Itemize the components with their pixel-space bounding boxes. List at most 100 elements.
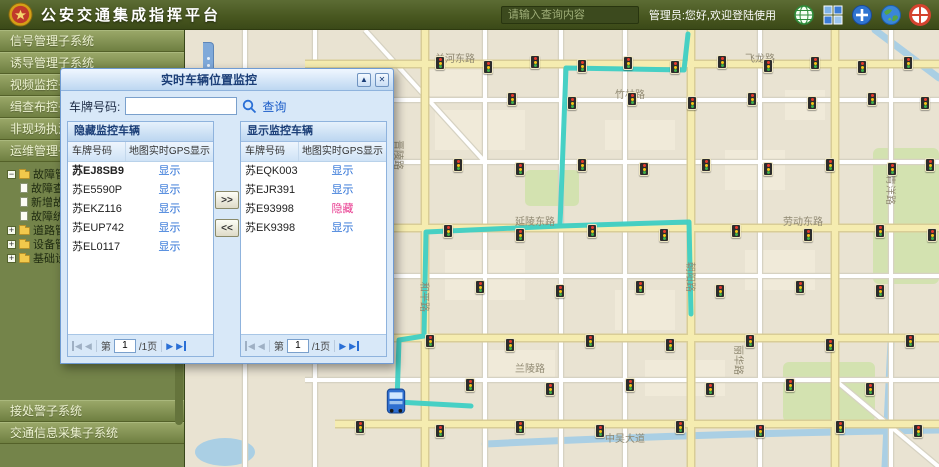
traffic-light-icon[interactable] [555, 284, 565, 298]
traffic-light-icon[interactable] [875, 284, 885, 298]
gps-toggle-link[interactable]: 显示 [126, 162, 213, 181]
traffic-light-icon[interactable] [670, 60, 680, 74]
traffic-light-icon[interactable] [465, 378, 475, 392]
traffic-light-icon[interactable] [857, 60, 867, 74]
traffic-light-icon[interactable] [443, 224, 453, 238]
expand-expander-icon[interactable]: + [7, 254, 16, 263]
gps-toggle-link[interactable]: 显示 [126, 219, 213, 238]
expand-expander-icon[interactable]: + [7, 240, 16, 249]
table-row[interactable]: 苏EUP742显示 [68, 219, 213, 238]
first-page-icon[interactable]: ◀ [245, 341, 255, 351]
traffic-light-icon[interactable] [435, 424, 445, 438]
traffic-light-icon[interactable] [825, 338, 835, 352]
traffic-light-icon[interactable] [887, 162, 897, 176]
table-row[interactable]: 苏EQK003显示 [241, 162, 386, 181]
move-left-button[interactable]: << [215, 219, 239, 237]
plate-number-input[interactable] [125, 97, 237, 115]
collapse-icon[interactable]: ▲ [357, 73, 371, 87]
traffic-light-icon[interactable] [507, 92, 517, 106]
traffic-light-icon[interactable] [425, 334, 435, 348]
traffic-light-icon[interactable] [875, 224, 885, 238]
traffic-light-icon[interactable] [585, 334, 595, 348]
traffic-light-icon[interactable] [763, 59, 773, 73]
sidebar-item-traffic-info[interactable]: 交通信息采集子系统 [0, 422, 184, 444]
traffic-light-icon[interactable] [577, 59, 587, 73]
collapse-expander-icon[interactable]: − [7, 170, 16, 179]
traffic-light-icon[interactable] [587, 224, 597, 238]
traffic-light-icon[interactable] [687, 96, 697, 110]
search-icon[interactable] [242, 99, 257, 114]
traffic-light-icon[interactable] [701, 158, 711, 172]
traffic-light-icon[interactable] [920, 96, 930, 110]
traffic-light-icon[interactable] [763, 162, 773, 176]
last-page-icon[interactable]: ▶ [176, 341, 186, 351]
move-right-button[interactable]: >> [215, 191, 239, 209]
table-row[interactable]: 苏E5590P显示 [68, 181, 213, 200]
prev-page-icon[interactable]: ◀ [85, 341, 92, 351]
sidebar-item-alarm-dispatch[interactable]: 接处警子系统 [0, 400, 184, 422]
traffic-light-icon[interactable] [435, 56, 445, 70]
traffic-light-icon[interactable] [453, 158, 463, 172]
traffic-light-icon[interactable] [755, 424, 765, 438]
table-row[interactable]: 苏EKZ116显示 [68, 200, 213, 219]
traffic-light-icon[interactable] [627, 92, 637, 106]
vehicle-marker[interactable] [385, 388, 407, 414]
traffic-light-icon[interactable] [545, 382, 555, 396]
gps-toggle-link[interactable]: 显示 [299, 162, 386, 181]
traffic-light-icon[interactable] [515, 228, 525, 242]
table-row[interactable]: 苏EL0117显示 [68, 238, 213, 257]
traffic-light-icon[interactable] [925, 158, 935, 172]
traffic-light-icon[interactable] [505, 338, 515, 352]
expand-expander-icon[interactable]: + [7, 226, 16, 235]
table-row[interactable]: 苏EK9398显示 [241, 219, 386, 238]
traffic-light-icon[interactable] [475, 280, 485, 294]
traffic-light-icon[interactable] [635, 280, 645, 294]
traffic-light-icon[interactable] [807, 96, 817, 110]
next-page-icon[interactable]: ▶ [339, 341, 346, 351]
traffic-light-icon[interactable] [745, 334, 755, 348]
traffic-light-icon[interactable] [715, 284, 725, 298]
traffic-light-icon[interactable] [639, 162, 649, 176]
plus-icon[interactable] [851, 4, 873, 26]
traffic-light-icon[interactable] [659, 228, 669, 242]
traffic-light-icon[interactable] [731, 224, 741, 238]
earth-icon[interactable] [880, 4, 902, 26]
traffic-light-icon[interactable] [675, 420, 685, 434]
gps-toggle-link[interactable]: 显示 [126, 238, 213, 257]
traffic-light-icon[interactable] [835, 420, 845, 434]
query-button[interactable]: 查询 [262, 98, 286, 115]
dialog-title-bar[interactable]: 实时车辆位置监控 ▲ ✕ [61, 69, 393, 91]
prev-page-icon[interactable]: ◀ [258, 341, 265, 351]
traffic-light-icon[interactable] [515, 162, 525, 176]
traffic-light-icon[interactable] [865, 382, 875, 396]
close-icon[interactable]: ✕ [375, 73, 389, 87]
globe-icon[interactable] [793, 4, 815, 26]
next-page-icon[interactable]: ▶ [166, 341, 173, 351]
traffic-light-icon[interactable] [717, 55, 727, 69]
compass-icon[interactable] [909, 4, 931, 26]
traffic-light-icon[interactable] [577, 158, 587, 172]
header-search-input[interactable] [501, 6, 639, 24]
traffic-light-icon[interactable] [567, 96, 577, 110]
gps-toggle-link[interactable]: 隐藏 [299, 200, 386, 219]
traffic-light-icon[interactable] [927, 228, 937, 242]
gps-toggle-link[interactable]: 显示 [299, 219, 386, 238]
page-number-input[interactable] [287, 339, 309, 353]
page-number-input[interactable] [114, 339, 136, 353]
gps-toggle-link[interactable]: 显示 [126, 200, 213, 219]
traffic-light-icon[interactable] [355, 420, 365, 434]
traffic-light-icon[interactable] [515, 420, 525, 434]
traffic-light-icon[interactable] [795, 280, 805, 294]
traffic-light-icon[interactable] [905, 334, 915, 348]
traffic-light-icon[interactable] [530, 55, 540, 69]
traffic-light-icon[interactable] [810, 56, 820, 70]
grid-icon[interactable] [822, 4, 844, 26]
sidebar-item-signal[interactable]: 信号管理子系统 [0, 30, 184, 52]
traffic-light-icon[interactable] [825, 158, 835, 172]
traffic-light-icon[interactable] [625, 378, 635, 392]
table-row[interactable]: 苏EJR391显示 [241, 181, 386, 200]
traffic-light-icon[interactable] [913, 424, 923, 438]
traffic-light-icon[interactable] [785, 378, 795, 392]
traffic-light-icon[interactable] [867, 92, 877, 106]
traffic-light-icon[interactable] [623, 56, 633, 70]
